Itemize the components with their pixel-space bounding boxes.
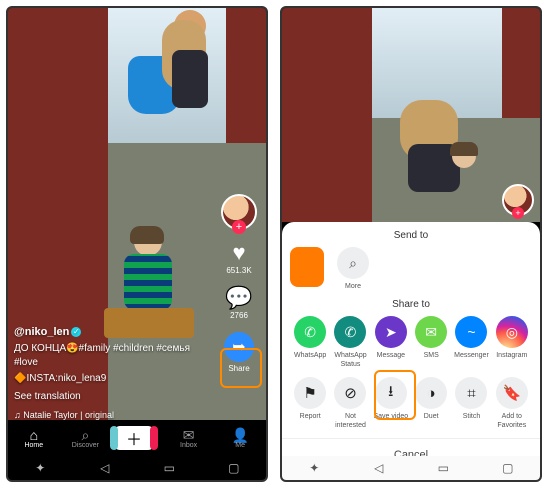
add-favorites-icon: 🔖 — [496, 377, 528, 409]
back-key[interactable]: ◁ — [364, 461, 394, 475]
caption-block: @niko_len✓ ДО КОНЦА😍#family #children #с… — [14, 325, 214, 422]
android-softkeys: ✦ ◁ ▭ ▢ — [8, 456, 266, 480]
phone-left-feed: + ♥ 651.3K 💬 2766 ➥ Share @niko_len✓ ДО … — [6, 6, 268, 482]
home-icon: ⌂ — [11, 428, 57, 442]
share-sheet: Send to ⌕More Share to ✆WhatsApp✆WhatsAp… — [282, 222, 540, 456]
action-label: Duet — [411, 412, 451, 421]
action-label: Save video — [371, 412, 411, 421]
search-icon: ⌕ — [337, 247, 369, 279]
bottom-nav: ⌂Home ⌕Discover ＋ ✉Inbox 👤Me — [8, 420, 266, 456]
whatsapp-icon: ✆ — [294, 316, 326, 348]
share-icon: ➥ — [224, 332, 254, 362]
like-button[interactable]: ♥ 651.3K — [216, 242, 262, 275]
inbox-icon: ✉ — [166, 428, 212, 442]
share-label: WhatsApp Status — [330, 351, 370, 369]
comment-icon: 💬 — [216, 287, 262, 309]
follow-plus-icon[interactable]: + — [512, 207, 524, 219]
share-whatsapp-status[interactable]: ✆ WhatsApp Status — [330, 316, 370, 369]
action-save-video[interactable]: ⭳ Save video — [371, 377, 411, 430]
phone-right-share-sheet: + Send to ⌕More Share to ✆WhatsApp✆Whats… — [280, 6, 542, 482]
nav-create[interactable]: ＋ — [114, 426, 160, 450]
contact-avatar-icon — [290, 247, 324, 287]
nav-inbox-label: Inbox — [180, 442, 197, 449]
home-key[interactable]: ▭ — [154, 461, 184, 475]
share-instagram[interactable]: ◎ Instagram — [492, 316, 532, 369]
nav-discover[interactable]: ⌕Discover — [62, 428, 108, 449]
home-key[interactable]: ▭ — [428, 461, 458, 475]
share-whatsapp[interactable]: ✆ WhatsApp — [290, 316, 330, 369]
action-report[interactable]: ⚑ Report — [290, 377, 330, 430]
share-label: WhatsApp — [290, 351, 330, 360]
back-key[interactable]: ◁ — [90, 461, 120, 475]
send-more-label: More — [332, 282, 374, 291]
whatsapp-status-icon: ✆ — [334, 316, 366, 348]
action-not-interested[interactable]: ⊘ Not interested — [330, 377, 370, 430]
share-to-heading: Share to — [282, 299, 540, 310]
username[interactable]: @niko_len — [14, 326, 69, 338]
recent-key[interactable]: ▢ — [493, 461, 523, 475]
send-to-heading: Send to — [282, 230, 540, 241]
share-sms[interactable]: ✉ SMS — [411, 316, 451, 369]
see-translation-link[interactable]: See translation — [14, 390, 214, 404]
action-label: Not interested — [330, 412, 370, 430]
duet-icon: ◑ — [415, 377, 447, 409]
action-label: Report — [290, 412, 330, 421]
nav-me-label: Me — [235, 442, 245, 449]
nav-inbox[interactable]: ✉Inbox — [166, 428, 212, 449]
messenger-icon: ~ — [455, 316, 487, 348]
action-label: Add to Favorites — [492, 412, 532, 430]
comment-count: 2766 — [216, 311, 262, 320]
share-label: Instagram — [492, 351, 532, 360]
search-icon: ⌕ — [62, 428, 108, 442]
action-label: Stitch — [451, 412, 491, 421]
follow-plus-icon[interactable]: + — [232, 220, 246, 234]
instagram-icon: ◎ — [496, 316, 528, 348]
share-to-row: ✆WhatsApp✆WhatsApp Status➤Message✉SMS~Me… — [282, 316, 540, 369]
recent-key[interactable]: ▢ — [219, 461, 249, 475]
message-icon: ➤ — [375, 316, 407, 348]
verified-badge-icon: ✓ — [71, 327, 81, 337]
action-duet[interactable]: ◑ Duet — [411, 377, 451, 430]
nav-discover-label: Discover — [72, 442, 99, 449]
report-icon: ⚑ — [294, 377, 326, 409]
accessibility-key[interactable]: ✦ — [25, 461, 55, 475]
accessibility-key[interactable]: ✦ — [299, 461, 329, 475]
share-message[interactable]: ➤ Message — [371, 316, 411, 369]
save-video-icon: ⭳ — [375, 377, 407, 409]
share-messenger[interactable]: ~ Messenger — [451, 316, 491, 369]
share-label: Share — [216, 364, 262, 373]
recent-contact[interactable] — [290, 247, 332, 291]
share-label: Messenger — [451, 351, 491, 360]
like-count: 651.3K — [216, 266, 262, 275]
creator-avatar[interactable]: + — [502, 184, 534, 216]
child-illustration — [442, 144, 486, 204]
share-button[interactable]: ➥ Share — [216, 332, 262, 373]
action-stitch[interactable]: ⌗ Stitch — [451, 377, 491, 430]
send-more[interactable]: ⌕ More — [332, 247, 374, 291]
send-to-row: ⌕ More — [282, 247, 540, 291]
nav-home[interactable]: ⌂Home — [11, 428, 57, 449]
create-plus-icon: ＋ — [114, 426, 154, 450]
stitch-icon: ⌗ — [455, 377, 487, 409]
nav-home-label: Home — [24, 442, 43, 449]
actions-row: ⚑ Report ⊘ Not interested ⭳ Save video ◑ Duet ⌗ S… — [282, 377, 540, 430]
video-scene-top: + — [282, 8, 540, 222]
share-label: Message — [371, 351, 411, 360]
comment-button[interactable]: 💬 2766 — [216, 287, 262, 320]
share-label: SMS — [411, 351, 451, 360]
not-interested-icon: ⊘ — [334, 377, 366, 409]
creator-avatar[interactable]: + — [221, 194, 257, 230]
right-action-rail: + ♥ 651.3K 💬 2766 ➥ Share — [216, 194, 262, 373]
caption-line-2: 🔶INSTA:niko_lena9 — [14, 372, 214, 386]
woman-illustration — [156, 10, 214, 130]
profile-icon: 👤 — [217, 428, 263, 442]
nav-me[interactable]: 👤Me — [217, 428, 263, 449]
heart-icon: ♥ — [216, 242, 262, 264]
sms-icon: ✉ — [415, 316, 447, 348]
action-add-favorites[interactable]: 🔖 Add to Favorites — [492, 377, 532, 430]
caption-line-1: ДО КОНЦА😍#family #children #семья #love — [14, 342, 214, 370]
android-softkeys: ✦ ◁ ▭ ▢ — [282, 456, 540, 480]
